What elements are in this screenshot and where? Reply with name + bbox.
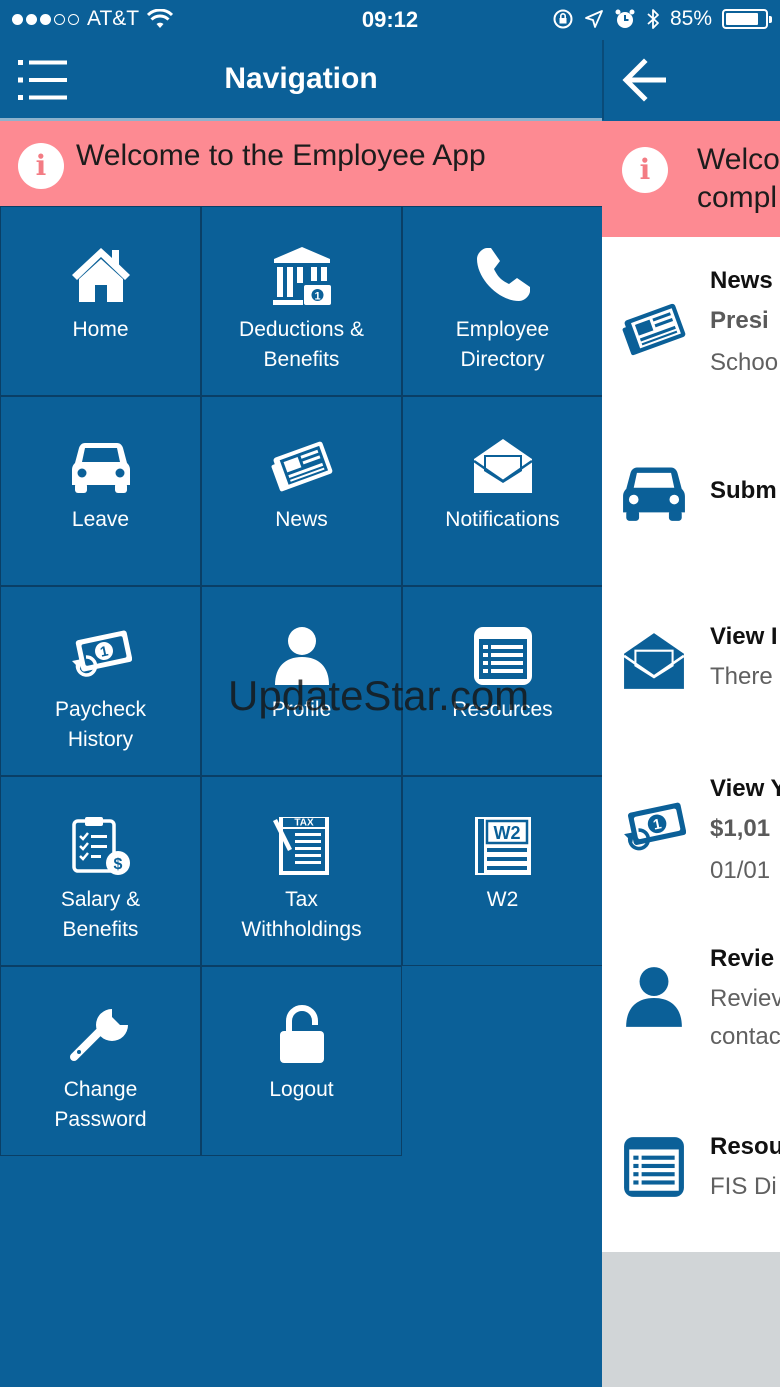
car-icon (71, 443, 130, 493)
svg-text:1: 1 (314, 291, 320, 303)
car-icon (623, 467, 685, 521)
money-history-icon: 1 (71, 630, 132, 677)
tile-label: Home (72, 318, 129, 341)
tile-label: Paycheck History (54, 698, 147, 751)
home-icon (71, 248, 130, 302)
svg-text:W2: W2 (493, 823, 520, 843)
svg-text:$: $ (113, 856, 122, 873)
tile-label: Tax Withholdings (241, 888, 362, 941)
dashboard-panel: i Welco compl News Presi Schoo Subm View… (602, 0, 780, 1387)
wrench-icon (69, 1009, 128, 1061)
bank-icon: 1 (272, 247, 331, 305)
tile-label: Salary & Benefits (60, 888, 141, 941)
tile-notifications[interactable]: Notifications (402, 396, 603, 586)
feed-item-line: There (710, 663, 773, 690)
feed-item-title: View Y (710, 775, 780, 802)
feed-item-title: View I (710, 623, 778, 650)
feed-item-line: Schoo (710, 349, 779, 376)
location-arrow-icon (585, 10, 603, 28)
panel-feed: News Presi Schoo Subm View I There 1 Vie… (602, 237, 780, 1252)
feed-item-title: Subm (710, 477, 777, 504)
watermark: UpdateStar.com (228, 672, 530, 719)
tile-label: Logout (269, 1078, 334, 1101)
tile-label: Leave (71, 508, 130, 531)
panel-banner-text: Welco compl (697, 143, 780, 214)
tile-label: News (275, 508, 328, 531)
welcome-banner: i Welcome to the Employee App (0, 121, 602, 206)
welcome-text: Welcome to the Employee App (76, 139, 486, 172)
unlock-icon (279, 1005, 324, 1063)
tile-w2[interactable]: W2 W2 (402, 776, 603, 966)
tile-label: W2 (486, 888, 519, 911)
feed-item-line: 01/01 (710, 857, 771, 884)
list-box-icon (624, 1137, 684, 1197)
feed-item-title: Resou (710, 1133, 780, 1160)
tile-label: Change Password (54, 1078, 147, 1131)
user-icon (626, 967, 682, 1027)
tax-form-icon: TAX (272, 817, 329, 875)
panel-footer (602, 1252, 780, 1387)
phone-icon (476, 248, 530, 301)
svg-text:TAX: TAX (294, 818, 314, 829)
envelope-icon (623, 633, 685, 689)
money-history-icon: 1 (624, 802, 686, 851)
tile-deductions-benefits[interactable]: 1 Deductions & Benefits (201, 206, 402, 396)
envelope-icon (472, 439, 533, 493)
info-icon: i (622, 147, 668, 193)
clipboard-dollar-icon: $ (71, 817, 130, 875)
arrow-left-icon[interactable] (620, 58, 670, 102)
tile-tax-withholdings[interactable]: TAX Tax Withholdings (201, 776, 402, 966)
feed-item-title: Revie (710, 945, 775, 972)
tile-salary-benefits[interactable]: $ Salary & Benefits (0, 776, 201, 966)
tile-paycheck-history[interactable]: 1 Paycheck History (0, 586, 201, 776)
info-icon: i (18, 143, 64, 189)
panel-header (602, 40, 780, 120)
feed-item-title: News (710, 267, 773, 294)
navigation-header: Navigation (0, 40, 602, 120)
w2-form-icon: W2 (474, 817, 531, 875)
feed-item-line: Presi (710, 307, 769, 334)
tile-home[interactable]: Home (0, 206, 201, 396)
tile-leave[interactable]: Leave (0, 396, 201, 586)
page-title: Navigation (224, 62, 378, 95)
feed-item-line: $1,01 (710, 815, 771, 842)
newspaper-icon (271, 441, 332, 492)
tile-change-password[interactable]: Change Password (0, 966, 201, 1156)
tile-label: Deductions & Benefits (239, 318, 364, 371)
tile-label: Notifications (445, 508, 560, 531)
panel-banner: i Welco compl (602, 121, 780, 237)
feed-item-line: contac (710, 1023, 780, 1050)
newspaper-icon (622, 303, 686, 356)
tile-label: Employee Directory (455, 318, 550, 371)
feed-item-line: FIS Di (710, 1173, 777, 1200)
tile-news[interactable]: News (201, 396, 402, 586)
tile-employee-directory[interactable]: Employee Directory (402, 206, 603, 396)
tile-logout[interactable]: Logout (201, 966, 402, 1156)
feed-item-line: Reviev (710, 985, 780, 1012)
screen-lock-icon (553, 9, 573, 29)
